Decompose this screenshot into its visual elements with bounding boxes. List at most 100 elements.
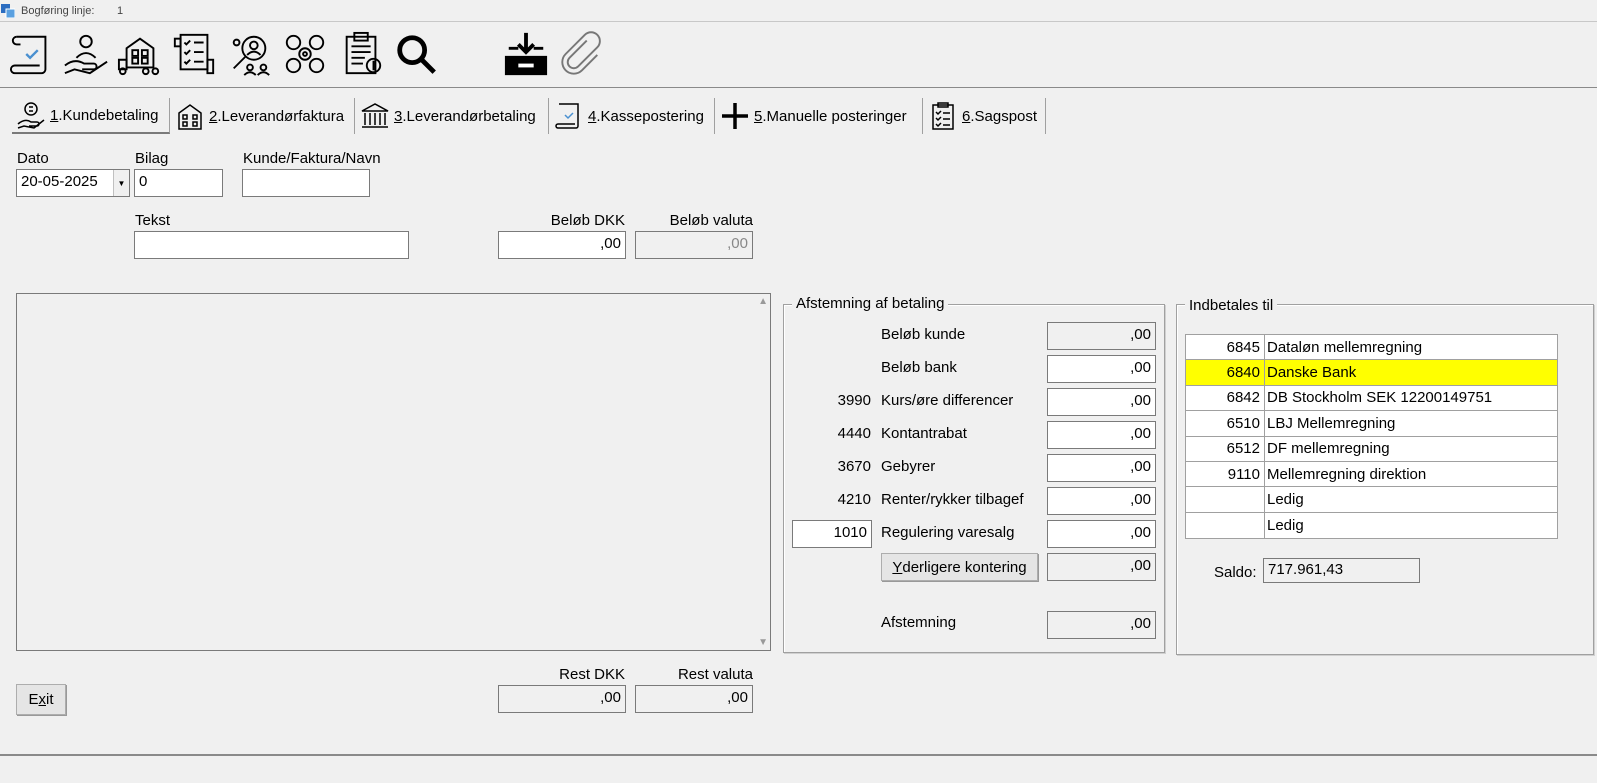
account-name: Mellemregning direktion [1267,465,1427,483]
belob-dkk-label: Beløb DKK [550,212,625,229]
account-row-selected[interactable]: 6840 Danske Bank [1186,360,1557,386]
account-name: Dataløn mellemregning [1267,338,1423,356]
kontantrabat-input[interactable]: ,00 [1047,421,1156,449]
checklist-icon [173,33,215,75]
account-list[interactable]: 6845 Dataløn mellemregning 6840 Danske B… [1185,334,1558,540]
invoice-list[interactable]: ▲ ▼ [16,293,771,651]
bank-icon [361,103,389,128]
regulering-account-input[interactable]: 1010 [792,520,872,548]
account-number: 9110 [1186,461,1265,487]
account-name: DB Stockholm SEK 12200149751 [1267,389,1493,407]
checklist-button[interactable] [170,29,218,79]
account-row[interactable]: Ledig [1186,487,1557,513]
tab-label: 2.Leverandørfaktura [209,107,345,125]
tab-manuelle-posteringer[interactable]: 5.Manuelle posteringer [716,98,923,134]
exit-button[interactable]: Exit [16,684,66,715]
account-row[interactable]: 6842 DB Stockholm SEK 12200149751 [1186,385,1557,412]
kunde-input[interactable] [242,169,370,197]
customer-hand-icon [64,34,108,75]
account-name: Ledig [1267,516,1304,534]
search-button[interactable] [392,29,440,79]
inbox-download-icon [504,32,548,76]
recon-account: 3990 [837,392,871,409]
gebyrer-input[interactable]: ,00 [1047,454,1156,482]
regulering-input[interactable]: ,00 [1047,520,1156,548]
rest-valuta-field: ,00 [635,685,753,713]
yderligere-field: ,00 [1047,553,1156,581]
kunde-label: Kunde/Faktura/Navn [243,150,381,167]
chevron-down-icon[interactable]: ▼ [113,170,129,196]
clipboard-icon [345,31,382,75]
rest-valuta-label: Rest valuta [677,666,753,683]
settings-button[interactable] [281,29,329,79]
bookkeeping-button[interactable] [8,29,56,79]
tab-sagspost[interactable]: 6.Sagspost [924,98,1046,134]
recon-label: Gebyrer [881,458,936,475]
account-name: Danske Bank [1267,364,1357,382]
supplier-button[interactable] [116,29,164,79]
account-number [1186,487,1265,512]
people-search-icon [232,35,270,76]
account-row[interactable]: 9110 Mellemregning direktion [1186,461,1557,488]
saldo-label: Saldo: [1214,564,1257,581]
renter-input[interactable]: ,00 [1047,487,1156,515]
building-icon [178,104,202,130]
account-row[interactable]: 6510 LBJ Mellemregning [1186,411,1557,437]
scroll-check-icon [555,103,579,129]
account-number: 6512 [1186,436,1265,461]
account-number [1186,512,1265,539]
people-search-button[interactable] [226,29,274,79]
status-separator [0,754,1597,756]
attach-button[interactable] [557,29,605,79]
bilag-label: Bilag [135,150,169,167]
yderligere-button-label: Yderligere kontering [892,558,1027,576]
scroll-up-icon[interactable]: ▲ [758,296,768,307]
recon-label: Renter/rykker tilbagef [881,491,1024,508]
tab-kassepostering[interactable]: 4.Kassepostering [550,98,715,134]
payto-title: Indbetales til [1185,297,1278,314]
recon-label: Kurs/øre differencer [881,392,1014,409]
account-number: 6840 [1186,360,1265,385]
money-hand-icon [17,102,45,129]
belob-bank-input[interactable]: ,00 [1047,355,1156,383]
dato-picker[interactable]: 20-05-2025 ▼ [16,169,130,197]
belob-kunde-field: ,00 [1047,322,1156,350]
tab-leverandorfaktura[interactable]: 2.Leverandørfaktura [171,98,355,134]
tab-label: 5.Manuelle posteringer [754,107,907,125]
clipboard-button[interactable] [338,29,386,79]
tab-kundebetaling[interactable]: 1.Kundebetaling [12,98,170,134]
tab-label: 6.Sagspost [962,107,1038,125]
account-row[interactable]: 6845 Dataløn mellemregning [1186,335,1557,361]
belob-valuta-field: ,00 [635,231,753,259]
kurs-input[interactable]: ,00 [1047,388,1156,416]
scroll-down-icon[interactable]: ▼ [758,637,768,648]
download-button[interactable] [502,29,550,79]
customer-button[interactable] [62,29,110,79]
tekst-input[interactable] [134,231,409,259]
bookkeeping-scroll-icon [9,35,47,75]
account-number: 6510 [1186,411,1265,436]
account-row[interactable]: 6512 DF mellemregning [1186,436,1557,462]
belob-dkk-input[interactable]: ,00 [498,231,626,259]
bilag-input[interactable]: 0 [134,169,223,197]
recon-account: 4210 [837,491,871,508]
tekst-label: Tekst [135,212,171,229]
toolbar-separator [0,87,1597,88]
window-title: Bogføring linje: [21,5,95,17]
rest-dkk-field: ,00 [498,685,626,713]
dato-label: Dato [17,150,49,167]
recon-account: 3670 [837,458,871,475]
recon-label: Beløb bank [881,359,957,376]
tab-leverandorbetaling[interactable]: 3.Leverandørbetaling [356,98,549,134]
yderligere-kontering-button[interactable]: Yderligere kontering [881,553,1038,581]
afstemning-label: Afstemning [881,614,957,631]
title-bar: Bogføring linje: 1 [0,0,1597,22]
rest-dkk-label: Rest DKK [559,666,625,683]
recon-account: 4440 [837,425,871,442]
account-number: 6845 [1186,335,1265,360]
account-number: 6842 [1186,385,1265,411]
tab-label: 1.Kundebetaling [50,106,159,124]
account-row[interactable]: Ledig [1186,512,1557,539]
settings-tags-icon [285,34,325,74]
exit-button-label: Exit [28,691,54,708]
